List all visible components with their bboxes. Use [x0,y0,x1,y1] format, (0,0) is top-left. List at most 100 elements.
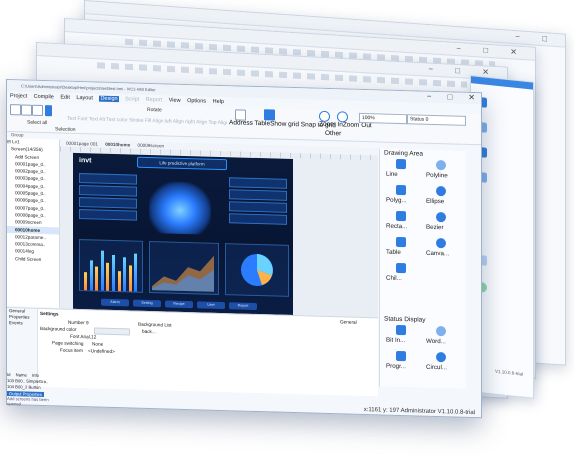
close-button[interactable]: ✕ [468,93,475,102]
font-field[interactable]: Font Arial,12 [70,334,96,341]
screen-title: Life predictive platform [137,156,227,171]
maximize-button[interactable]: □ [447,92,452,101]
rotate-label: Rotate [147,106,162,114]
drawing-tool-8[interactable]: Chil... [384,262,422,286]
pie-chart-svg [241,254,273,287]
menu-script[interactable]: Script [125,96,139,102]
category-events[interactable]: Events [7,320,37,327]
menu-report[interactable]: Report [146,97,163,103]
bar-chart-widget [79,239,143,293]
drawing-tool-5[interactable]: Bezier [424,212,462,235]
settings-section-title: Settings [40,310,59,317]
page-switching-value[interactable]: None [92,341,103,347]
cell: Button [28,384,41,390]
status-tool-icon [396,350,406,362]
hmi-screen-preview[interactable]: invt Life predictive platform Alarm Sett… [73,152,293,318]
alarm-button[interactable]: Alarm [101,298,129,307]
tab-home[interactable]: 00010home [105,142,130,148]
bar-chart-bar [123,257,127,292]
drawing-tool-6[interactable]: Table [384,236,422,260]
background-color-input[interactable] [94,327,130,336]
paste-icon[interactable] [21,104,32,116]
format-tools-row[interactable]: Text Font Text Alt Text color Stroke Fil… [67,116,227,126]
drawing-tool-icon [436,186,446,197]
info-panel [229,177,287,189]
cell: SimpleGra.. [26,378,49,385]
stacked-windows-scene: − □ − □ ✕ − □ ✕ V1.10.0.6-trial C:\Users… [0,0,574,457]
copy-icon[interactable] [10,104,21,116]
background-list-item[interactable]: back... [142,329,156,335]
bar-chart-bar [106,262,110,291]
background-list-label: Background List [138,321,172,328]
number-field: Number 9 [68,319,89,326]
status-display-header: Status Display [384,315,426,324]
drawing-tool-label: Recta... [386,222,408,231]
drawing-tool-icon [436,160,446,171]
background-color-label: Background color [40,325,77,332]
drawing-tool-label: Polyline [426,171,448,180]
status-tool-label: Word... [426,337,446,346]
bar-chart-bar [117,271,121,292]
status-select[interactable]: Status 0 [407,114,466,126]
drawing-tool-2[interactable]: Polyg... [384,184,422,208]
select-all-button[interactable]: Select all [27,120,47,127]
info-panel [229,201,287,213]
drawing-tool-4[interactable]: Recta... [384,210,422,234]
info-panel [79,209,137,221]
menu-view[interactable]: View [169,98,181,104]
bar-chart-bar [112,254,115,292]
status-tool-1[interactable]: Word... [424,326,462,349]
drawing-tool-0[interactable]: Line [384,158,422,182]
bar-chart-bar [84,272,87,291]
bar-chart-bar [128,265,132,292]
delete-icon[interactable] [32,104,43,117]
select-tool-icon[interactable] [45,105,52,117]
status-tool-3[interactable]: Circul... [424,352,462,375]
cell: B00_2 [15,384,28,390]
report-button[interactable]: Report [229,302,257,311]
recipe-button[interactable]: Recipe [165,300,193,309]
menu-help[interactable]: Help [213,99,224,105]
menu-options[interactable]: Options [187,98,206,105]
group-label: Group [11,132,24,138]
page-switching-label: Page switching [52,340,84,347]
menu-project[interactable]: Project [10,93,27,99]
focus-item-value[interactable]: <Undefined> [88,348,115,355]
general-tab[interactable]: General [340,319,357,325]
drawing-tool-icon [436,212,446,223]
drawing-tool-icon [436,238,446,249]
drawing-tool-7[interactable]: Canva... [424,238,462,261]
drawing-tool-label: Table [386,248,401,257]
zoom-select[interactable]: 100% [359,112,407,125]
tree-item[interactable]: Child Screen [7,255,59,264]
info-panel [79,173,137,185]
menu-layout[interactable]: Layout [76,95,93,101]
menu-compile[interactable]: Compile [34,94,54,101]
toolbox-panel: Drawing Area Line Polyline Polyg... Ellipse… [379,148,466,389]
canvas-area: 00001page 001 00010home 00009screen invt… [60,139,378,332]
menu-edit[interactable]: Edit [60,95,69,101]
drawing-tool-icon [396,262,406,274]
tab-screen[interactable]: 00009screen [138,143,165,149]
bar-chart-bar [134,253,138,292]
tree-root-label: Lv1 [12,139,20,145]
menu-design[interactable]: Design [99,95,119,103]
show-grid-icon[interactable] [264,109,275,121]
drawing-tool-label: Polyg... [386,196,407,205]
drawing-tool-1[interactable]: Polyline [424,160,462,183]
status-tools-grid: Bit In... Word... Progr... Circul... [384,324,464,371]
minimize-button[interactable]: − [427,92,432,101]
user-button[interactable]: User [197,301,225,310]
drawing-tool-3[interactable]: Ellipse [424,186,462,209]
setting-button[interactable]: Setting [133,299,161,308]
drawing-tool-icon [396,158,406,170]
focus-item-label: Focus item [60,347,83,354]
status-tool-2[interactable]: Progr... [384,350,422,374]
tab-page-001[interactable]: 00001page 001 [66,141,98,147]
status-tool-0[interactable]: Bit In... [384,324,422,348]
col-id: Id [7,372,11,378]
drawing-tool-icon [396,236,406,248]
bar-chart-bar [95,266,99,291]
drawing-tool-label: Line [386,170,398,178]
status-tool-icon [396,324,406,336]
